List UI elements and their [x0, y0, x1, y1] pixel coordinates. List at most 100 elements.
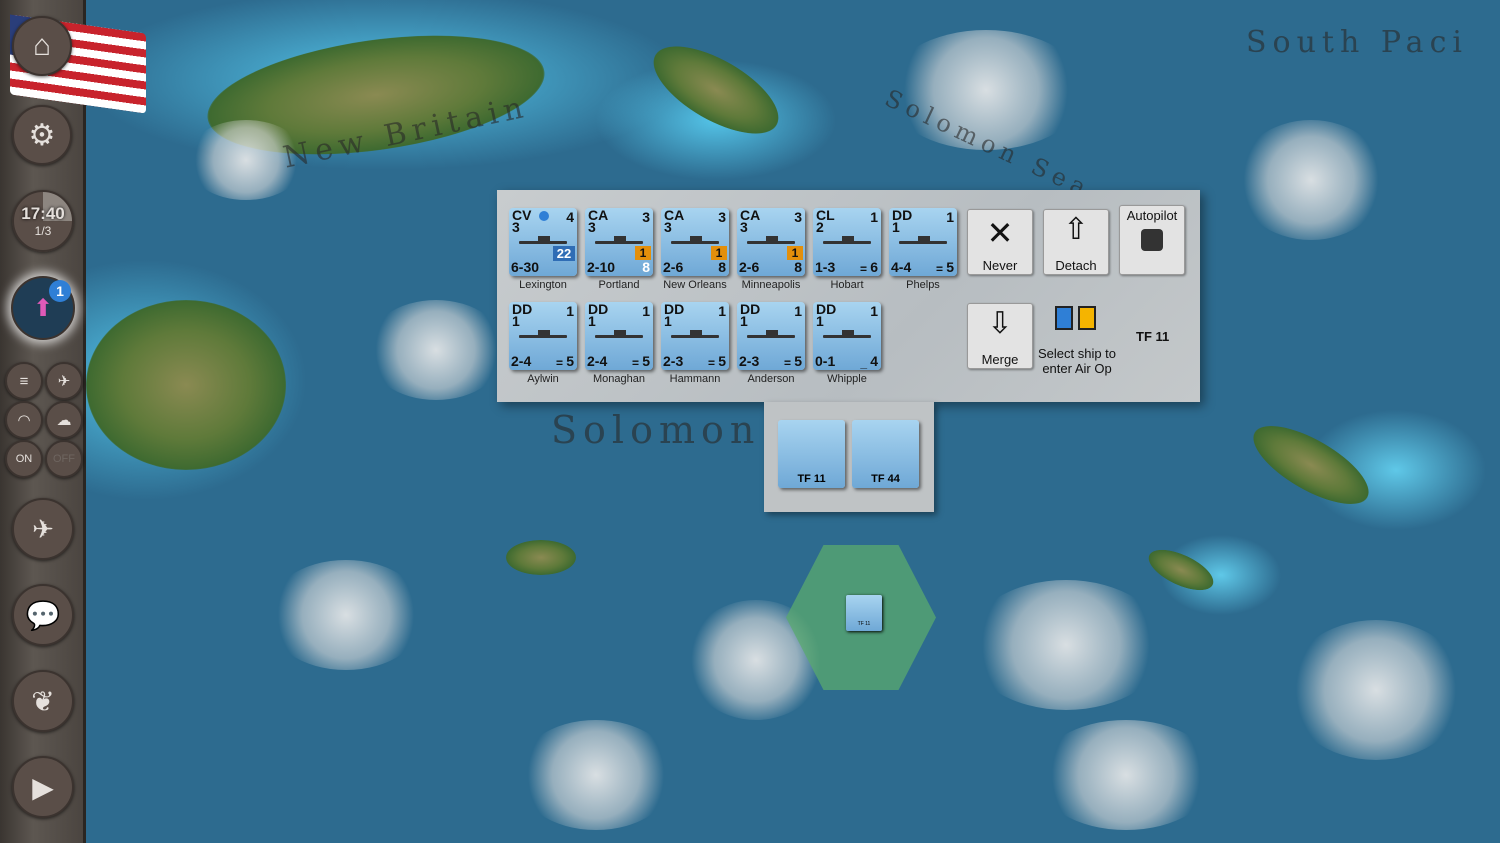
ship-speed: =	[631, 356, 639, 370]
ship-name: Hammann	[669, 373, 721, 385]
ship-silhouette-icon	[595, 330, 643, 338]
ship-card[interactable]: CA 3 3 2-6 81	[661, 208, 729, 276]
ship-silhouette-icon	[823, 330, 871, 338]
autopilot-label: Autopilot	[1126, 208, 1178, 223]
play-icon: ▶	[32, 771, 54, 803]
victory-button[interactable]: ❦	[12, 670, 74, 732]
ship-attack: 2-10	[587, 259, 616, 275]
ship-badge: 1	[635, 246, 651, 260]
weather-toggle[interactable]: ☁	[45, 401, 83, 439]
ship-card[interactable]: CL 2 1 1-3 6 =	[813, 208, 881, 276]
settings-button[interactable]: ⚙	[12, 105, 72, 165]
ship-name: Phelps	[906, 279, 940, 291]
taskforce-panel: CV 3 4 6-30 22 Lexington CA 3 3 2-10 8 1 Port…	[497, 190, 1200, 402]
ship-speed: =	[935, 262, 943, 276]
ship-defense: 4	[870, 353, 878, 369]
ship-silhouette-icon	[823, 236, 871, 244]
ship-rating: 1	[794, 303, 802, 319]
island	[86, 300, 286, 470]
ship-card[interactable]: DD 1 1 4-4 5 =	[889, 208, 957, 276]
cloud	[1236, 120, 1386, 240]
off-toggle[interactable]: OFF	[45, 440, 83, 478]
carrier-status-dot	[539, 211, 549, 221]
ship-attack: 1-3	[815, 259, 836, 275]
ship-defense: 5	[794, 353, 802, 369]
ship-class: CA 3	[664, 207, 685, 235]
ship-attack: 0-1	[815, 353, 836, 369]
ship-name: New Orleans	[663, 279, 727, 291]
taskforce-label: TF 11	[797, 473, 826, 485]
ship-rating: 1	[870, 303, 878, 319]
ship-class: CV 3	[512, 207, 532, 235]
ship-attack: 2-4	[511, 353, 532, 369]
ship-card[interactable]: CV 3 4 6-30 22	[509, 208, 577, 276]
detach-button[interactable]: ⇧ Detach	[1043, 209, 1109, 275]
ship-card[interactable]: DD 1 1 0-1 4 _	[813, 302, 881, 370]
gear-icon: ⚙	[28, 118, 56, 152]
ship-icon: ⬆	[32, 294, 54, 322]
sidebar: ⌂ ⚙ 17:40 1/3 ⬆ 1 ≡ ✈ ◠ ☁ ON OFF ✈ 💬 ❦ ▶	[0, 0, 146, 843]
ship-defense: 8	[718, 259, 726, 275]
merge-icon: ⇩	[987, 307, 1013, 340]
air-op-color-blue[interactable]	[1055, 306, 1073, 330]
plane-ship-icon: ✈	[32, 513, 54, 544]
island	[1142, 541, 1220, 599]
laurel-wreath-icon: ❦	[31, 685, 55, 717]
ship-card[interactable]: CA 3 3 2-6 81	[737, 208, 805, 276]
taskforce-map-counter[interactable]: TF 11	[846, 595, 882, 631]
signal-toggle[interactable]: ◠	[5, 401, 43, 439]
ship-attack: 2-3	[739, 353, 760, 369]
ship-class: CA 3	[588, 207, 609, 235]
ships-filter-toggle[interactable]: ≡	[5, 362, 43, 400]
turn-clock: 17:40 1/3	[12, 190, 74, 252]
ship-defense: 6	[870, 259, 878, 275]
ship-class: DD 1	[816, 301, 837, 329]
ship-card[interactable]: DD 1 1 2-3 5 =	[661, 302, 729, 370]
detach-icon: ⇧	[1063, 213, 1089, 246]
ship-rating: 1	[718, 303, 726, 319]
ship-name: Lexington	[519, 279, 567, 291]
ship-badge: 1	[711, 246, 727, 260]
home-button[interactable]: ⌂	[12, 16, 72, 76]
ship-card[interactable]: DD 1 1 2-3 5 =	[737, 302, 805, 370]
air-op-hint: Select ship to enter Air Op	[1037, 346, 1117, 376]
signal-icon: ◠	[17, 412, 31, 429]
ship-speed: =	[859, 262, 867, 276]
ship-rating: 4	[566, 209, 574, 225]
chat-button[interactable]: 💬	[12, 584, 74, 646]
ship-card[interactable]: DD 1 1 2-4 5 =	[509, 302, 577, 370]
ship-silhouette-icon	[595, 236, 643, 244]
air-naval-ops-button[interactable]: ✈	[12, 498, 74, 560]
ship-silhouette-icon	[671, 330, 719, 338]
ship-attack: 2-6	[739, 259, 760, 275]
end-turn-button[interactable]: ▶	[12, 756, 74, 818]
cloud-icon: ☁	[56, 412, 72, 429]
never-button[interactable]: ✕ Never	[967, 209, 1033, 275]
ship-class: DD 1	[512, 301, 533, 329]
ship-card[interactable]: DD 1 1 2-4 5 =	[585, 302, 653, 370]
map-label: Solomon	[551, 408, 761, 452]
ships-icon: ≡	[19, 372, 29, 390]
notification-badge: 1	[49, 280, 71, 302]
taskforce-button[interactable]: ⬆ 1	[11, 276, 75, 340]
ship-card[interactable]: CA 3 3 2-10 81	[585, 208, 653, 276]
merge-button[interactable]: ⇩ Merge	[967, 303, 1033, 369]
ship-silhouette-icon	[519, 330, 567, 338]
on-toggle[interactable]: ON	[5, 440, 43, 478]
cloud	[1036, 720, 1216, 830]
autopilot-checkbox	[1141, 229, 1163, 251]
autopilot-toggle[interactable]: Autopilot	[1119, 205, 1185, 275]
taskforce-tf11[interactable]: TF 11	[778, 420, 845, 488]
taskforce-label: TF 44	[871, 473, 900, 485]
ship-attack: 2-3	[663, 353, 684, 369]
ship-name: Minneapolis	[741, 279, 801, 291]
aircraft-filter-toggle[interactable]: ✈	[45, 362, 83, 400]
clock-time: 17:40	[21, 204, 65, 223]
ship-class: DD 1	[740, 301, 761, 329]
home-icon: ⌂	[32, 29, 52, 62]
ship-rating: 3	[718, 209, 726, 225]
ship-defense: 8	[642, 259, 650, 275]
ship-rating: 1	[870, 209, 878, 225]
air-op-color-yellow[interactable]	[1078, 306, 1096, 330]
taskforce-tf44[interactable]: TF 44	[852, 420, 919, 488]
